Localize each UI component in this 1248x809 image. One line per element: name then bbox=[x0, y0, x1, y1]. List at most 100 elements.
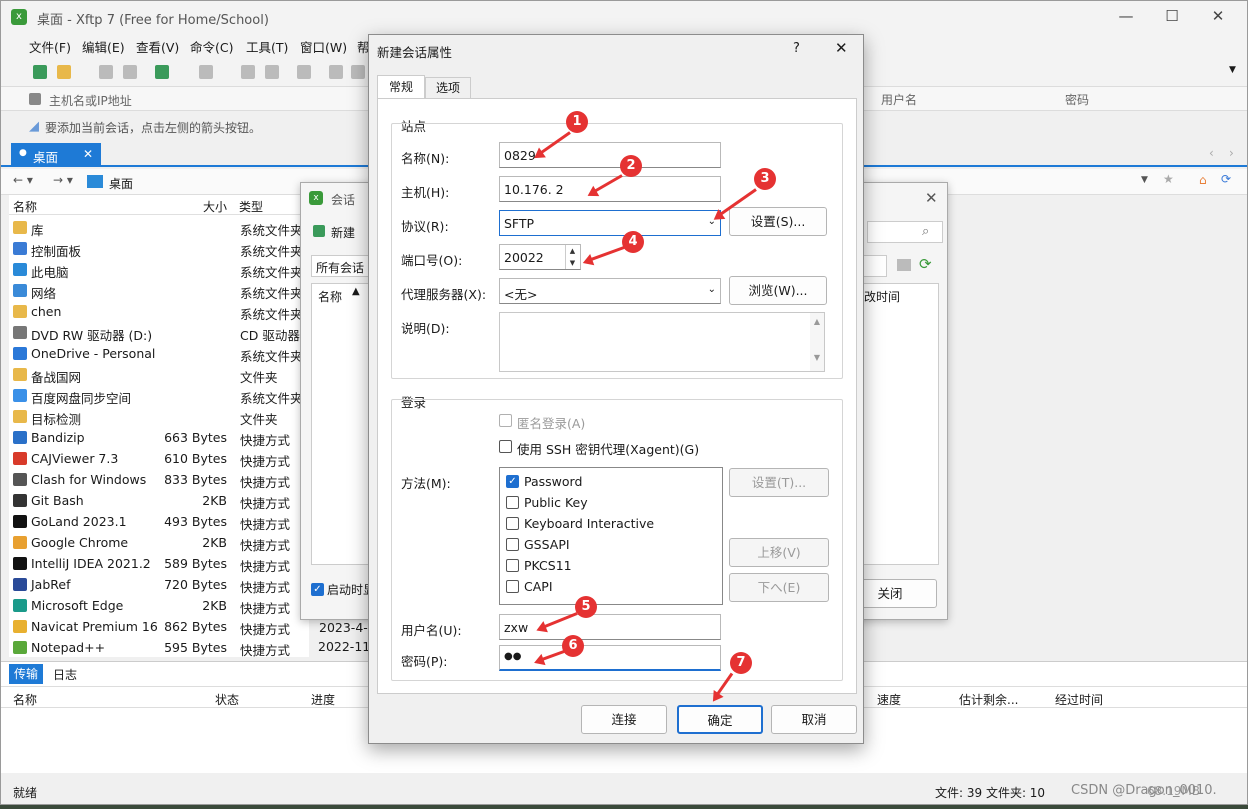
method-checkbox[interactable] bbox=[506, 559, 519, 572]
sessions-close-icon[interactable]: ✕ bbox=[925, 189, 938, 207]
file-row[interactable]: 百度网盘同步空间 系统文件夹 bbox=[9, 385, 309, 406]
protocol-select[interactable]: SFTP ⌄ bbox=[499, 210, 721, 236]
tcol-progress[interactable]: 进度 bbox=[311, 691, 335, 708]
method-settings-button[interactable]: 设置(T)... bbox=[729, 468, 829, 497]
file-row[interactable]: DVD RW 驱动器 (D:) CD 驱动器 bbox=[9, 322, 309, 343]
minimize-button[interactable]: — bbox=[1111, 5, 1141, 29]
path-dropdown-icon[interactable]: ▼ bbox=[1141, 175, 1148, 185]
proxy-select[interactable]: <无> ⌄ bbox=[499, 278, 721, 304]
password-column[interactable]: 密码 bbox=[1065, 91, 1089, 108]
file-row[interactable]: IntelliJ IDEA 2021.2 589 Bytes 快捷方式 bbox=[9, 553, 309, 574]
method-checkbox[interactable] bbox=[506, 496, 519, 509]
file-row[interactable]: 此电脑 系统文件夹 bbox=[9, 259, 309, 280]
browse-button[interactable]: 浏览(W)... bbox=[729, 276, 827, 305]
description-scrollbar[interactable]: ▲ ▼ bbox=[810, 313, 824, 371]
col-size[interactable]: 大小 bbox=[203, 198, 227, 215]
connect-button[interactable]: 连接 bbox=[581, 705, 667, 734]
method-item[interactable]: Keyboard Interactive bbox=[506, 514, 716, 534]
upload-icon[interactable] bbox=[241, 65, 255, 79]
tab-next-icon[interactable]: › bbox=[1229, 146, 1234, 160]
file-row[interactable]: Navicat Premium 16 862 Bytes 快捷方式 bbox=[9, 616, 309, 637]
download-icon[interactable] bbox=[265, 65, 279, 79]
menu-tools[interactable]: 工具(T) bbox=[246, 37, 288, 56]
menu-file[interactable]: 文件(F) bbox=[29, 37, 71, 56]
description-textarea[interactable]: ▲ ▼ bbox=[499, 312, 825, 372]
tcol-speed[interactable]: 速度 bbox=[877, 691, 901, 708]
file-row[interactable]: 库 系统文件夹 bbox=[9, 217, 309, 238]
ssh-agent-checkbox[interactable] bbox=[499, 440, 512, 453]
method-checkbox[interactable] bbox=[506, 580, 519, 593]
file-row[interactable]: Bandizip 663 Bytes 快捷方式 bbox=[9, 427, 309, 448]
file-row[interactable]: JabRef 720 Bytes 快捷方式 bbox=[9, 574, 309, 595]
anonymous-checkbox[interactable] bbox=[499, 414, 512, 427]
disconnect-icon[interactable] bbox=[123, 65, 137, 79]
file-row[interactable]: Notepad++ 595 Bytes 快捷方式 bbox=[9, 637, 309, 658]
method-checkbox-checked[interactable]: ✓ bbox=[506, 475, 519, 488]
method-item[interactable]: ✓ Password bbox=[506, 472, 716, 492]
stop-icon[interactable] bbox=[329, 65, 343, 79]
tcol-status[interactable]: 状态 bbox=[215, 691, 239, 708]
tab-desktop[interactable]: ● 桌面 ✕ bbox=[11, 143, 101, 167]
file-row[interactable]: Git Bash 2KB 快捷方式 bbox=[9, 490, 309, 511]
method-item[interactable]: PKCS11 bbox=[506, 556, 716, 576]
method-checkbox[interactable] bbox=[506, 538, 519, 551]
sessions-col-name[interactable]: 名称 bbox=[318, 288, 342, 305]
tcol-remaining[interactable]: 估计剩余... bbox=[959, 691, 1018, 708]
tcol-name[interactable]: 名称 bbox=[13, 691, 37, 708]
move-up-button[interactable]: 上移(V) bbox=[729, 538, 829, 567]
sessions-new-button[interactable]: 新建 bbox=[331, 224, 355, 241]
tab-prev-icon[interactable]: ‹ bbox=[1209, 146, 1214, 160]
open-folder-icon[interactable] bbox=[57, 65, 71, 79]
connect-icon[interactable] bbox=[99, 65, 113, 79]
move-down-button[interactable]: 下へ(E) bbox=[729, 573, 829, 602]
tab-close-icon[interactable]: ✕ bbox=[83, 147, 93, 161]
refresh-icon[interactable]: ⟳ bbox=[1221, 172, 1231, 186]
new-tab-icon[interactable] bbox=[155, 65, 169, 79]
file-row[interactable]: OneDrive - Personal 系统文件夹 bbox=[9, 343, 309, 364]
method-checkbox[interactable] bbox=[506, 517, 519, 530]
method-item[interactable]: CAPI bbox=[506, 577, 716, 597]
host-input[interactable]: 主机名或IP地址 bbox=[49, 92, 132, 109]
sync-icon[interactable] bbox=[297, 65, 311, 79]
file-row[interactable]: chen 系统文件夹 bbox=[9, 301, 309, 322]
sessions-col-time[interactable]: 改时间 bbox=[864, 288, 900, 305]
file-row[interactable]: Clash for Windows 833 Bytes 快捷方式 bbox=[9, 469, 309, 490]
menu-command[interactable]: 命令(C) bbox=[190, 37, 233, 56]
method-item[interactable]: GSSAPI bbox=[506, 535, 716, 555]
back-icon[interactable]: ← ▾ bbox=[13, 173, 33, 187]
startup-checkbox[interactable]: ✓ bbox=[311, 583, 324, 596]
close-window-button[interactable]: ✕ bbox=[1203, 5, 1233, 29]
file-row[interactable]: Google Chrome 2KB 快捷方式 bbox=[9, 532, 309, 553]
dialog-close-icon[interactable]: ✕ bbox=[835, 39, 848, 57]
sessions-folder-icon[interactable] bbox=[897, 259, 911, 271]
options-icon[interactable] bbox=[351, 65, 365, 79]
port-stepper[interactable]: ▲ ▼ bbox=[565, 245, 579, 269]
ok-button[interactable]: 确定 bbox=[677, 705, 763, 734]
username-input[interactable]: zxw bbox=[499, 614, 721, 640]
file-row[interactable]: GoLand 2023.1 493 Bytes 快捷方式 bbox=[9, 511, 309, 532]
file-row[interactable]: 目标检测 文件夹 bbox=[9, 406, 309, 427]
menu-view[interactable]: 查看(V) bbox=[136, 37, 179, 56]
tab-options[interactable]: 选项 bbox=[425, 77, 471, 99]
file-row[interactable]: 控制面板 系统文件夹 bbox=[9, 238, 309, 259]
col-type[interactable]: 类型 bbox=[239, 198, 263, 215]
file-row[interactable]: 网络 系统文件夹 bbox=[9, 280, 309, 301]
sessions-search-input[interactable]: ⌕ bbox=[867, 221, 943, 243]
home-icon[interactable]: ⌂ bbox=[1199, 173, 1207, 187]
help-icon[interactable]: ? bbox=[793, 41, 800, 56]
menu-edit[interactable]: 编辑(E) bbox=[82, 37, 125, 56]
forward-icon[interactable]: → ▾ bbox=[53, 173, 73, 187]
tab-log[interactable]: 日志 bbox=[53, 666, 77, 683]
view-icon[interactable] bbox=[199, 65, 213, 79]
username-column[interactable]: 用户名 bbox=[881, 91, 917, 108]
new-session-icon[interactable] bbox=[33, 65, 47, 79]
sessions-refresh-icon[interactable]: ⟳ bbox=[919, 255, 932, 273]
tab-general[interactable]: 常规 bbox=[377, 75, 425, 99]
file-row[interactable]: 备战国网 文件夹 bbox=[9, 364, 309, 385]
current-path[interactable]: 桌面 bbox=[109, 175, 133, 192]
tcol-elapsed[interactable]: 经过时间 bbox=[1055, 691, 1103, 708]
menu-window[interactable]: 窗口(W) bbox=[300, 37, 347, 56]
protocol-settings-button[interactable]: 设置(S)... bbox=[729, 207, 827, 236]
tab-transfer[interactable]: 传输 bbox=[9, 664, 43, 684]
col-name[interactable]: 名称 bbox=[13, 198, 37, 215]
